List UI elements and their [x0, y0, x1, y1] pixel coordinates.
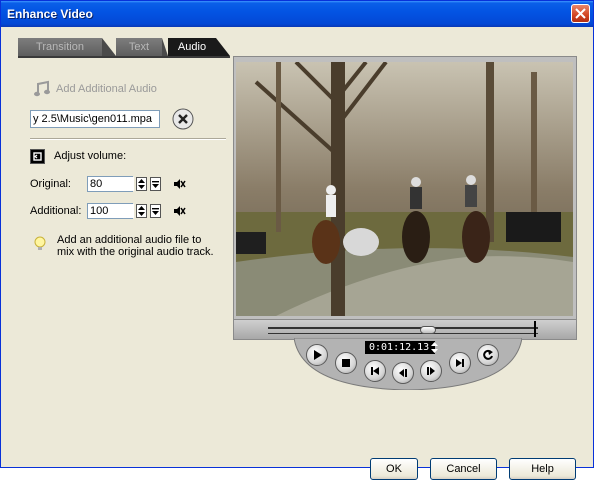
- original-volume-spinner[interactable]: [136, 177, 147, 191]
- additional-volume-spinner[interactable]: [136, 204, 147, 218]
- window-title: Enhance Video: [7, 7, 93, 21]
- scrub-handle[interactable]: [420, 326, 436, 334]
- repeat-icon: [483, 349, 493, 360]
- speaker-icon: [33, 152, 42, 161]
- chevron-down-icon: [152, 208, 159, 215]
- tab-transition[interactable]: Transition: [18, 38, 102, 56]
- tip-text: Add an additional audio file to mix with…: [57, 234, 214, 258]
- music-notes-icon: [34, 80, 50, 97]
- mute-icon: [174, 206, 186, 216]
- additional-label: Additional:: [30, 205, 82, 217]
- adjust-volume-toggle[interactable]: [30, 149, 45, 164]
- additional-mute-button[interactable]: [172, 204, 186, 218]
- spinner-arrows-icon: [138, 206, 145, 216]
- title-bar[interactable]: Enhance Video: [1, 1, 593, 27]
- go-to-end-button[interactable]: [449, 352, 471, 374]
- next-frame-button[interactable]: [420, 360, 442, 382]
- play-button[interactable]: [306, 344, 328, 366]
- remove-icon: [172, 108, 194, 130]
- additional-volume-input[interactable]: [88, 204, 134, 218]
- tab-text[interactable]: Text: [116, 38, 162, 56]
- remove-audio-button[interactable]: [172, 108, 194, 130]
- add-audio-label: Add Additional Audio: [56, 83, 157, 95]
- step-back-icon: [399, 369, 407, 377]
- audio-file-input[interactable]: [31, 111, 159, 127]
- chevron-down-icon: [152, 181, 159, 188]
- skip-start-icon: [371, 367, 379, 375]
- close-button[interactable]: [571, 4, 590, 23]
- tab-audio[interactable]: Audio: [168, 38, 216, 56]
- tab-panel-border: [18, 56, 230, 58]
- separator: [30, 138, 226, 140]
- video-frame-image: [236, 62, 573, 316]
- trim-end-marker[interactable]: [534, 321, 536, 337]
- additional-volume-field[interactable]: [87, 203, 134, 219]
- spinner-arrows-icon: [138, 179, 145, 189]
- original-mute-button[interactable]: [172, 177, 186, 191]
- original-volume-dropdown[interactable]: [150, 177, 161, 191]
- mute-icon: [174, 179, 186, 189]
- play-icon: [314, 350, 322, 360]
- previous-frame-button[interactable]: [392, 362, 414, 384]
- additional-volume-dropdown[interactable]: [150, 204, 161, 218]
- tab-strip: Transition Text Audio: [18, 38, 230, 56]
- original-volume-input[interactable]: [88, 177, 134, 191]
- ok-button[interactable]: OK: [370, 458, 418, 480]
- step-forward-icon: [427, 367, 435, 375]
- help-button[interactable]: Help: [509, 458, 576, 480]
- tab-divider: [102, 38, 116, 56]
- stop-icon: [342, 359, 350, 367]
- video-preview: [236, 62, 573, 316]
- trim-track[interactable]: [268, 333, 538, 334]
- timecode-spin-icon[interactable]: [430, 341, 439, 354]
- stop-button[interactable]: [335, 352, 357, 374]
- audio-file-field[interactable]: [30, 110, 160, 128]
- skip-end-icon: [456, 359, 464, 367]
- original-volume-field[interactable]: [87, 176, 134, 192]
- timecode-display[interactable]: 0:01:12.13: [365, 341, 435, 354]
- close-icon: [575, 8, 586, 19]
- original-label: Original:: [30, 178, 71, 190]
- scrub-track[interactable]: [268, 327, 538, 329]
- lightbulb-icon: [34, 236, 46, 250]
- scrub-bar-area: [233, 320, 577, 340]
- go-to-start-button[interactable]: [364, 360, 386, 382]
- adjust-volume-label: Adjust volume:: [54, 150, 127, 162]
- repeat-button[interactable]: [477, 344, 499, 366]
- tab-corner: [216, 38, 230, 56]
- cancel-button[interactable]: Cancel: [430, 458, 497, 480]
